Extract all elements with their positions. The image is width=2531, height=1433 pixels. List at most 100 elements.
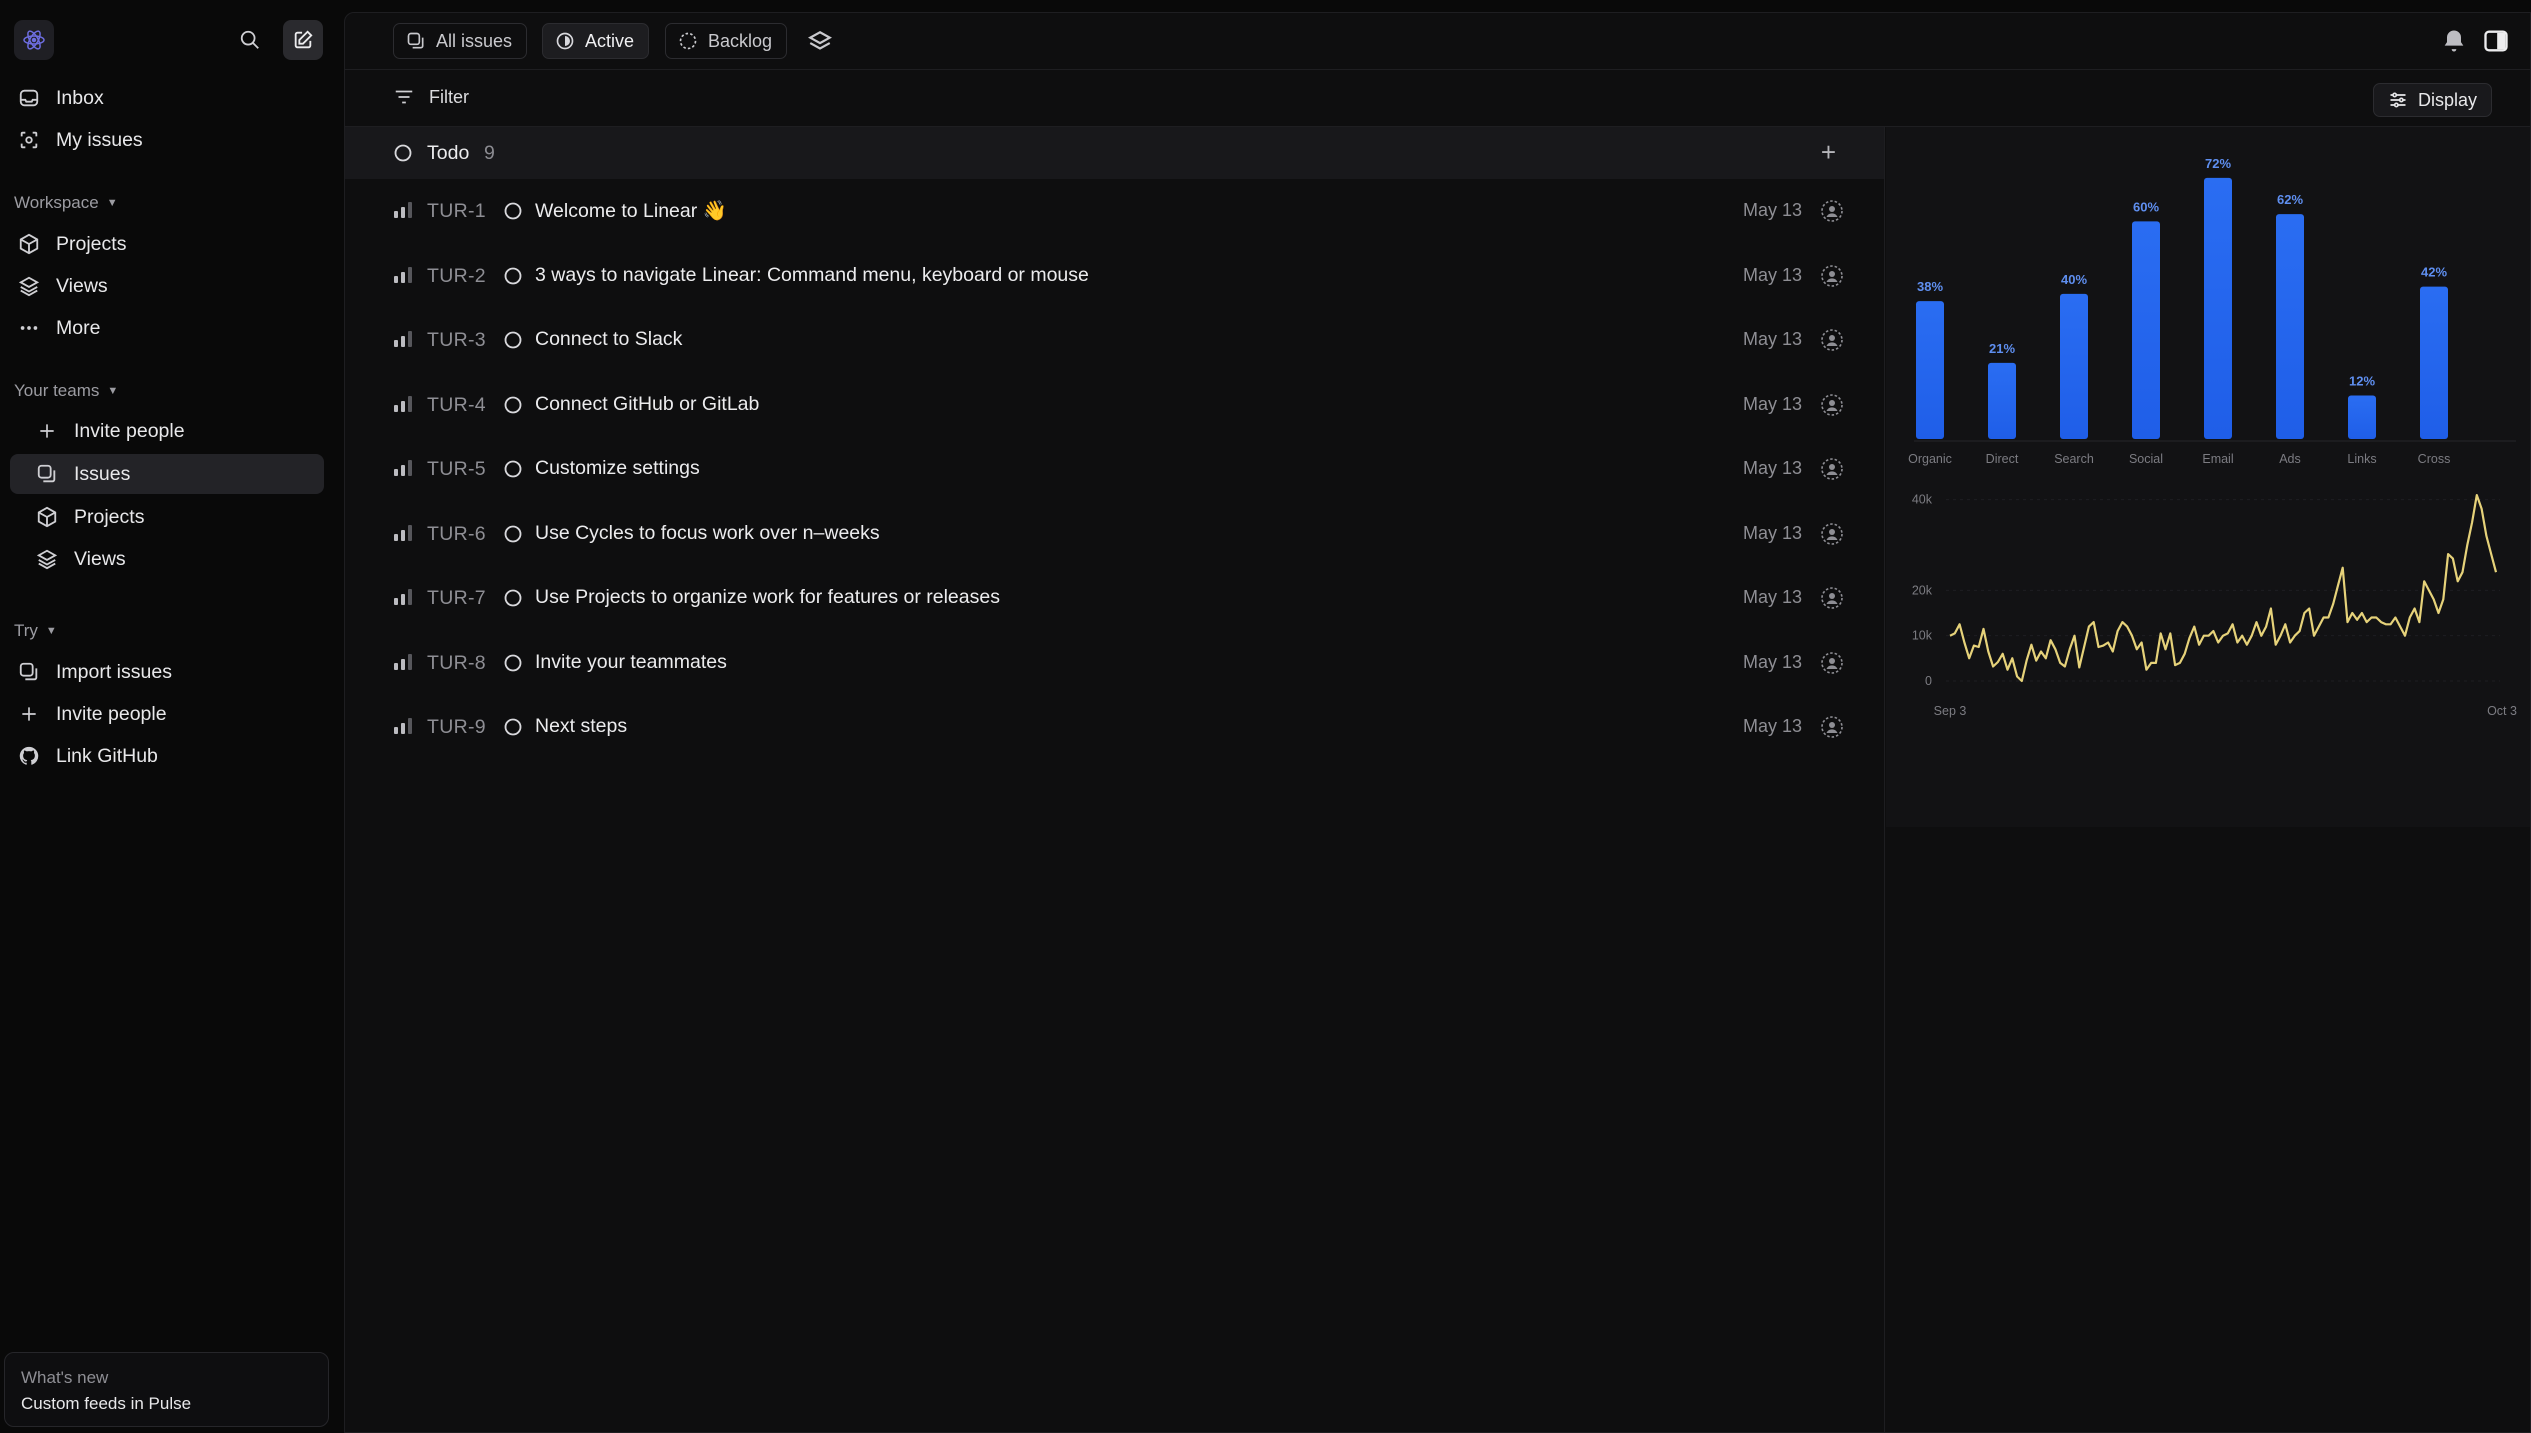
priority-bars-icon[interactable] (393, 717, 413, 735)
sidebar-item-label: Projects (74, 505, 145, 528)
sidebar-item-link-github[interactable]: Link GitHub (10, 736, 324, 776)
cube-icon (16, 231, 42, 257)
sliders-icon (2390, 92, 2406, 108)
new-issue-button[interactable] (283, 20, 323, 60)
issue-row[interactable]: TUR-3 Connect to Slack May 13 (345, 308, 1884, 372)
issue-row[interactable]: TUR-2 3 ways to navigate Linear: Command… (345, 244, 1884, 308)
sidebar-item-more[interactable]: More (10, 308, 324, 348)
issue-title: Connect to Slack (535, 328, 683, 350)
tab-active[interactable]: Active (542, 23, 650, 59)
sidebar-item-team-projects[interactable]: Projects (10, 497, 324, 537)
bar-value-label: 62% (2277, 192, 2303, 207)
todo-status-icon[interactable] (503, 395, 523, 415)
filter-bar: Filter Display (345, 70, 2530, 127)
workspace-logo-button[interactable] (14, 20, 54, 60)
todo-status-icon[interactable] (503, 459, 523, 479)
search-button[interactable] (230, 20, 270, 60)
unassigned-avatar-icon[interactable] (1820, 715, 1844, 739)
tab-backlog[interactable]: Backlog (665, 23, 788, 59)
sidebar-item-issues[interactable]: Issues (10, 454, 324, 494)
issue-key: TUR-3 (427, 329, 486, 351)
todo-status-icon[interactable] (503, 266, 523, 286)
sidebar-item-try-invite-people[interactable]: Invite people (10, 694, 324, 734)
filter-label: Filter (429, 86, 469, 107)
layers-icon (16, 273, 42, 299)
issue-key: TUR-9 (427, 716, 486, 738)
priority-bars-icon[interactable] (393, 201, 413, 219)
issue-row[interactable]: TUR-8 Invite your teammates May 13 (345, 631, 1884, 695)
priority-bars-icon[interactable] (393, 653, 413, 671)
todo-status-icon[interactable] (503, 524, 523, 544)
priority-bars-icon[interactable] (393, 330, 413, 348)
unassigned-avatar-icon[interactable] (1820, 522, 1844, 546)
issue-key: TUR-4 (427, 393, 486, 416)
bar-value-label: 12% (2349, 373, 2375, 388)
tab-all-issues[interactable]: All issues (393, 23, 528, 59)
issue-date: May 13 (1742, 264, 1802, 285)
group-header-todo[interactable]: Todo 9 + (345, 127, 1884, 179)
todo-status-icon[interactable] (503, 330, 523, 350)
import-icon (16, 659, 42, 685)
sidebar-item-label: My issues (56, 128, 143, 151)
unassigned-avatar-icon[interactable] (1820, 328, 1844, 352)
issue-row[interactable]: TUR-9 Next steps May 13 (345, 695, 1884, 759)
bell-icon[interactable] (2440, 27, 2468, 55)
bar (1988, 362, 2016, 439)
display-button[interactable]: Display (2372, 83, 2492, 117)
bar-category-label: Organic (1908, 452, 1952, 466)
issue-row[interactable]: TUR-4 Connect GitHub or GitLab May 13 (345, 373, 1884, 437)
caret-down-icon: ▼ (106, 197, 118, 209)
whats-new-card[interactable]: What's new Custom feeds in Pulse (4, 1352, 329, 1427)
display-label: Display (2417, 89, 2477, 110)
todo-circle-icon (394, 144, 412, 162)
priority-bars-icon[interactable] (393, 524, 413, 542)
filter-button[interactable]: Filter (393, 86, 469, 108)
caret-down-icon: ▼ (45, 625, 57, 637)
unassigned-avatar-icon[interactable] (1820, 586, 1844, 610)
add-issue-plus-icon[interactable]: + (1821, 139, 1836, 165)
bar-category-label: Ads (2279, 452, 2301, 466)
priority-bars-icon[interactable] (393, 266, 413, 284)
todo-status-icon[interactable] (503, 717, 523, 737)
issue-row[interactable]: TUR-5 Customize settings May 13 (345, 437, 1884, 501)
sidebar-item-label: Invite people (56, 702, 167, 725)
bar (2060, 293, 2088, 439)
priority-bars-icon[interactable] (393, 395, 413, 413)
sidebar-item-team-views[interactable]: Views (10, 539, 324, 579)
todo-status-icon[interactable] (503, 653, 523, 673)
todo-status-icon[interactable] (503, 588, 523, 608)
priority-bars-icon[interactable] (393, 588, 413, 606)
tab-label: Backlog (708, 30, 773, 51)
sidebar-item-my-issues[interactable]: My issues (10, 120, 324, 160)
unassigned-avatar-icon[interactable] (1820, 457, 1844, 481)
sidebar-item-label: Issues (74, 462, 131, 485)
issue-title: Use Cycles to focus work over n–weeks (535, 521, 880, 544)
sidebar-item-projects[interactable]: Projects (10, 224, 324, 264)
bar-category-label: Email (2202, 452, 2233, 466)
unassigned-avatar-icon[interactable] (1820, 651, 1844, 675)
active-half-circle-icon (556, 32, 574, 50)
sidebar-item-import-issues[interactable]: Import issues (10, 652, 324, 692)
todo-status-icon[interactable] (503, 201, 523, 221)
unassigned-avatar-icon[interactable] (1820, 199, 1844, 223)
sidebar-item-views[interactable]: Views (10, 266, 324, 306)
workspace-section-toggle[interactable]: Workspace ▼ (14, 193, 118, 213)
unassigned-avatar-icon[interactable] (1820, 264, 1844, 288)
section-label: Try (14, 621, 38, 640)
issue-row[interactable]: TUR-6 Use Cycles to focus work over n–we… (345, 502, 1884, 566)
unassigned-avatar-icon[interactable] (1820, 393, 1844, 417)
side-panel-toggle-icon[interactable] (2482, 27, 2510, 55)
group-count: 9 (484, 142, 495, 164)
issue-row[interactable]: TUR-7 Use Projects to organize work for … (345, 566, 1884, 630)
issue-date: May 13 (1742, 651, 1802, 672)
bar (2204, 177, 2232, 439)
view-options-layers-icon[interactable] (807, 29, 833, 55)
priority-bars-icon[interactable] (393, 459, 413, 477)
teams-section-toggle[interactable]: Your teams ▼ (14, 381, 118, 401)
sidebar-item-invite-people[interactable]: Invite people (10, 411, 324, 451)
try-section-toggle[interactable]: Try ▼ (14, 621, 57, 641)
sidebar-item-inbox[interactable]: Inbox (10, 78, 324, 118)
bar-value-label: 60% (2133, 199, 2159, 214)
issue-row[interactable]: TUR-1 Welcome to Linear 👋 May 13 (345, 179, 1884, 243)
github-icon (16, 743, 42, 769)
